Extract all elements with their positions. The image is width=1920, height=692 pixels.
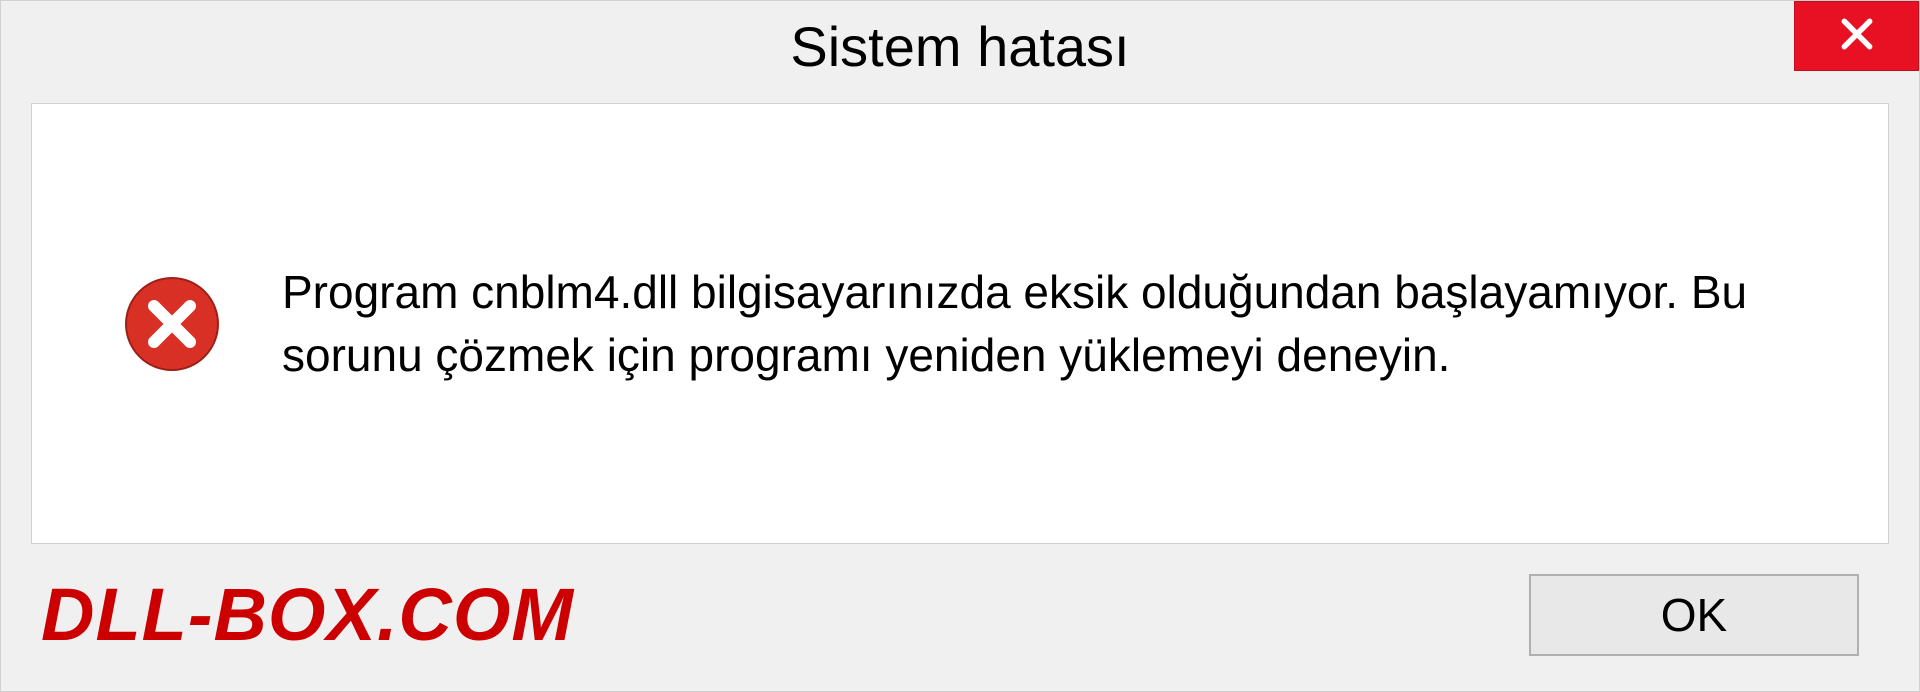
close-icon	[1838, 15, 1876, 58]
footer: DLL-BOX.COM OK	[1, 544, 1919, 691]
content-area: Program cnblm4.dll bilgisayarınızda eksi…	[31, 103, 1889, 544]
error-message: Program cnblm4.dll bilgisayarınızda eksi…	[282, 261, 1828, 385]
dialog-title: Sistem hatası	[790, 14, 1129, 79]
close-button[interactable]	[1794, 1, 1919, 71]
error-icon	[122, 274, 222, 374]
error-dialog: Sistem hatası Program cnblm4.dll bilgisa…	[0, 0, 1920, 692]
branding-text: DLL-BOX.COM	[41, 572, 574, 657]
ok-button[interactable]: OK	[1529, 574, 1859, 656]
titlebar: Sistem hatası	[1, 1, 1919, 91]
